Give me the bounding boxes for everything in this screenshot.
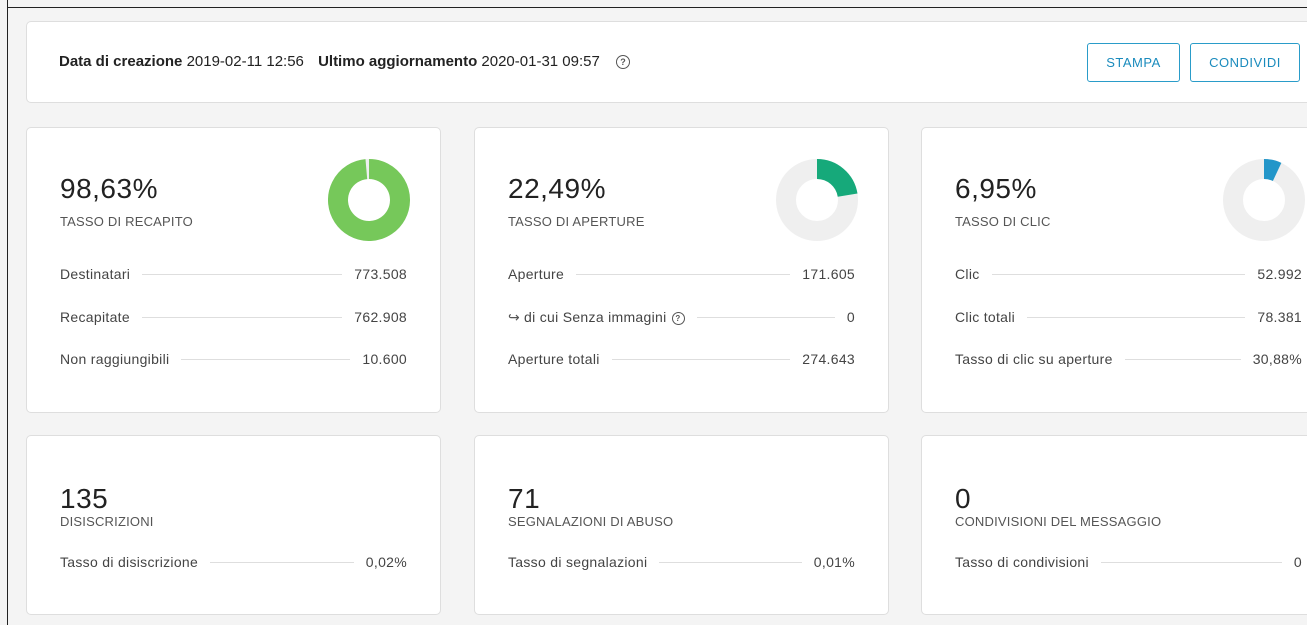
donut-arc (816, 159, 858, 198)
stat-value: 171.605 (802, 266, 855, 282)
open-rate-value: 22,49% (508, 173, 606, 204)
report-meta: Data di creazione 2019-02-11 12:56 Ultim… (59, 53, 631, 70)
donut-arc (1263, 159, 1282, 182)
stat-label: di cui Senza immagini (524, 308, 667, 325)
stat-value: 52.992 (1257, 266, 1302, 282)
help-icon[interactable]: ? (616, 55, 631, 69)
abuse-reports-value: 71 (508, 483, 541, 514)
sub-arrow-icon: ↪ (508, 308, 521, 325)
stat-value: 30,88% (1252, 351, 1302, 367)
donut-track (1223, 159, 1305, 241)
stat-label: Aperture totali (508, 351, 600, 367)
stat-value: 0,01% (813, 554, 855, 570)
stat-label: Tasso di disiscrizione (60, 554, 199, 570)
updated-label: Ultimo aggiornamento (318, 53, 478, 70)
unsubscribes-value: 135 (60, 483, 109, 514)
dotted-leader (1124, 358, 1241, 360)
stat-label: Tasso di clic su aperture (955, 351, 1113, 367)
click-rate-label: TASSO DI CLIC (955, 214, 1051, 229)
abuse-reports-card: 71 SEGNALAZIONI DI ABUSO Tasso di segnal… (474, 435, 889, 615)
stat-row-click-to-open: Tasso di clic su aperture 30,88% (955, 349, 1302, 369)
stat-label: Tasso di segnalazioni (508, 554, 648, 570)
message-shares-value: 0 (955, 483, 972, 514)
abuse-reports-label: SEGNALAZIONI DI ABUSO (508, 514, 674, 529)
dotted-leader (611, 358, 791, 360)
window-frame-top (7, 7, 1307, 8)
click-rate-card: 6,95% TASSO DI CLIC Clic 52.992 Clic tot… (921, 127, 1307, 413)
stat-row-share-rate: Tasso di condivisioni 0 (955, 552, 1302, 572)
click-rate-donut (1223, 159, 1305, 241)
delivery-rate-donut (328, 159, 410, 241)
stat-label: Recapitate (60, 309, 130, 325)
stat-value: 274.643 (802, 351, 855, 367)
stat-label-with-arrow: ↪ di cui Senza immagini? (508, 309, 685, 326)
stat-value: 0,02% (365, 554, 407, 570)
stat-value: 10.600 (362, 351, 407, 367)
created-label: Data di creazione (59, 53, 183, 70)
report-header: Data di creazione 2019-02-11 12:56 Ultim… (26, 21, 1307, 103)
dotted-leader (696, 316, 835, 318)
stat-value: 0 (846, 309, 855, 325)
stat-row-unreachable: Non raggiungibili 10.600 (60, 349, 407, 369)
stat-value: 762.908 (354, 309, 407, 325)
click-rate-value: 6,95% (955, 173, 1037, 204)
stat-row-clicks: Clic 52.992 (955, 264, 1302, 284)
unsubscribes-card: 135 DISISCRIZIONI Tasso di disiscrizione… (26, 435, 441, 615)
stat-label: Clic (955, 266, 980, 282)
stat-row-recipients: Destinatari 773.508 (60, 264, 407, 284)
help-icon[interactable]: ? (671, 311, 685, 325)
stat-row-opens-no-images: ↪ di cui Senza immagini? 0 (508, 307, 855, 327)
unsubscribes-label: DISISCRIZIONI (60, 514, 154, 529)
stat-value: 773.508 (354, 266, 407, 282)
stat-row-delivered: Recapitate 762.908 (60, 307, 407, 327)
stat-label: Aperture (508, 266, 565, 282)
delivery-rate-label: TASSO DI RECAPITO (60, 214, 193, 229)
dotted-leader (991, 273, 1246, 275)
stat-row-opens: Aperture 171.605 (508, 264, 855, 284)
delivery-rate-card: 98,63% TASSO DI RECAPITO Destinatari 773… (26, 127, 441, 413)
print-button[interactable]: STAMPA (1087, 43, 1180, 82)
dotted-leader (1100, 561, 1282, 563)
stat-row-total-clicks: Clic totali 78.381 (955, 307, 1302, 327)
stat-label: Destinatari (60, 266, 131, 282)
dotted-leader (210, 561, 354, 563)
stat-row-abuse-rate: Tasso di segnalazioni 0,01% (508, 552, 855, 572)
donut-arc (328, 159, 410, 241)
dotted-leader (1027, 316, 1246, 318)
dotted-leader (659, 561, 802, 563)
stat-label: Non raggiungibili (60, 351, 170, 367)
dotted-leader (142, 273, 343, 275)
open-rate-card: 22,49% TASSO DI APERTURE Aperture 171.60… (474, 127, 889, 413)
stat-value: 0 (1293, 554, 1302, 570)
window-frame-left (7, 0, 8, 625)
stat-row-unsubscribe-rate: Tasso di disiscrizione 0,02% (60, 552, 407, 572)
message-shares-label: CONDIVISIONI DEL MESSAGGIO (955, 514, 1162, 529)
stat-label: Tasso di condivisioni (955, 554, 1089, 570)
stat-row-total-opens: Aperture totali 274.643 (508, 349, 855, 369)
share-button[interactable]: CONDIVIDI (1190, 43, 1300, 82)
open-rate-label: TASSO DI APERTURE (508, 214, 645, 229)
message-shares-card: 0 CONDIVISIONI DEL MESSAGGIO Tasso di co… (921, 435, 1307, 615)
dotted-leader (576, 273, 791, 275)
dotted-leader (181, 358, 351, 360)
created-value: 2019-02-11 12:56 (186, 53, 304, 70)
stat-label: Clic totali (955, 309, 1016, 325)
delivery-rate-value: 98,63% (60, 173, 158, 204)
updated-value: 2020-01-31 09:57 (481, 53, 600, 70)
dotted-leader (141, 316, 343, 318)
stat-value: 78.381 (1257, 309, 1302, 325)
open-rate-donut (776, 159, 858, 241)
